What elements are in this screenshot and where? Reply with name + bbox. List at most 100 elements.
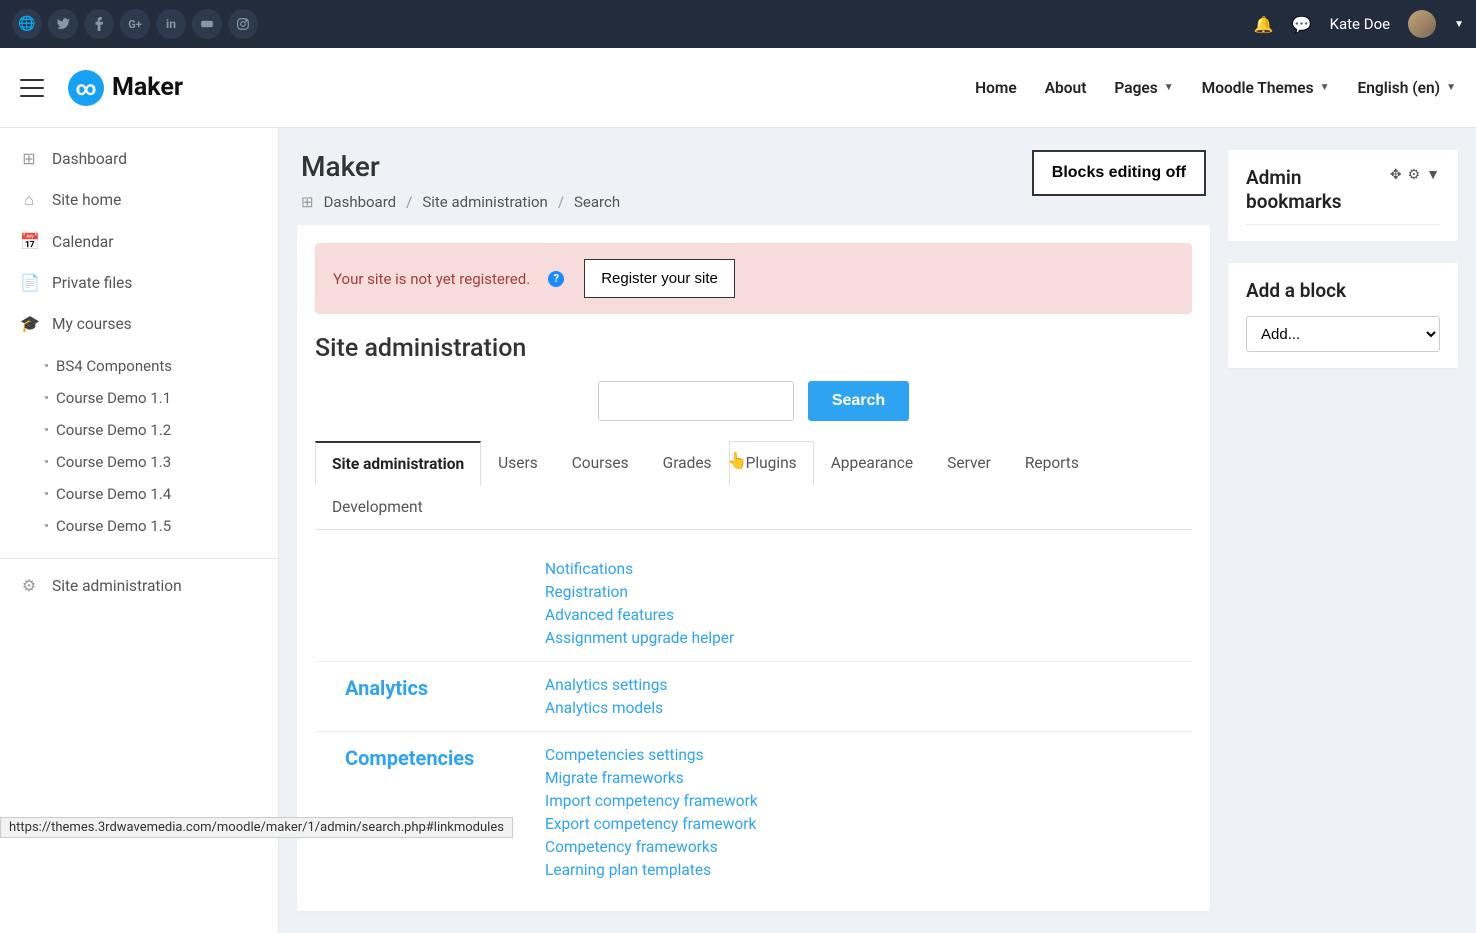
- block-title: Admin bookmarks: [1246, 166, 1390, 214]
- sidebar-course-item[interactable]: Course Demo 1.2: [0, 414, 278, 446]
- tab-server[interactable]: Server: [930, 441, 1008, 485]
- block-title: Add a block: [1246, 279, 1440, 303]
- tab-site-administration[interactable]: Site administration: [315, 441, 481, 486]
- brand-logo-icon: ∞: [68, 70, 104, 106]
- blocks-editing-button[interactable]: Blocks editing off: [1032, 150, 1206, 196]
- admin-link[interactable]: Export competency framework: [545, 815, 758, 833]
- chevron-down-icon: ▼: [1446, 82, 1456, 93]
- admin-link[interactable]: Assignment upgrade helper: [545, 629, 734, 647]
- admin-section-title[interactable]: Analytics: [345, 676, 545, 717]
- tab-appearance[interactable]: Appearance: [814, 441, 930, 485]
- admin-link[interactable]: Notifications: [545, 560, 734, 578]
- admin-link[interactable]: Analytics settings: [545, 676, 667, 694]
- admin-link[interactable]: Migrate frameworks: [545, 769, 758, 787]
- avatar[interactable]: [1408, 10, 1436, 38]
- brand-text: Maker: [112, 73, 183, 102]
- bell-icon[interactable]: 🔔: [1254, 15, 1274, 34]
- admin-section: AnalyticsAnalytics settings Analytics mod…: [315, 661, 1192, 731]
- globe-icon[interactable]: 🌐: [12, 9, 42, 39]
- search-button[interactable]: Search: [808, 381, 909, 421]
- navbar-item[interactable]: English (en)▼: [1358, 79, 1456, 97]
- sidebar-item[interactable]: 🎓 My courses: [0, 303, 278, 344]
- navbar-item[interactable]: Home: [975, 79, 1017, 97]
- gear-icon: ⚙: [20, 576, 38, 595]
- admin-section-title[interactable]: Competencies: [345, 746, 545, 879]
- breadcrumb-item[interactable]: Site administration: [422, 193, 547, 211]
- admin-link[interactable]: Competencies settings: [545, 746, 758, 764]
- admin-link[interactable]: Analytics models: [545, 699, 667, 717]
- admin-section: CompetenciesCompetencies settings Migrate…: [315, 731, 1192, 893]
- hamburger-icon[interactable]: [20, 79, 44, 97]
- file-icon: 📄: [20, 273, 38, 292]
- twitter-icon[interactable]: [48, 9, 78, 39]
- gplus-icon[interactable]: G+: [120, 9, 150, 39]
- sidebar-item-label: Site home: [52, 191, 121, 209]
- sidebar-item-label: Site administration: [52, 577, 182, 595]
- tab-development[interactable]: Development: [315, 485, 440, 529]
- dashboard-icon: ⊞: [301, 193, 314, 211]
- register-site-button[interactable]: Register your site: [584, 259, 735, 298]
- breadcrumb: ⊞ Dashboard / Site administration / Sear…: [301, 193, 620, 211]
- facebook-icon[interactable]: [84, 9, 114, 39]
- navbar-menu: Home About Pages▼ Moodle Themes▼ English (en…: [975, 79, 1456, 97]
- home-icon: ⌂: [20, 190, 38, 210]
- block-add-block: Add a block Add...: [1228, 263, 1458, 369]
- tab-reports[interactable]: Reports: [1008, 441, 1096, 485]
- admin-link[interactable]: Learning plan templates: [545, 861, 758, 879]
- gear-icon[interactable]: ⚙: [1408, 167, 1421, 183]
- admin-search-input[interactable]: [598, 381, 794, 421]
- sidebar-item-label: Dashboard: [52, 150, 127, 168]
- tab-users[interactable]: Users: [481, 441, 555, 485]
- chat-icon[interactable]: 💬: [1292, 15, 1312, 34]
- sidebar-item-site-admin[interactable]: ⚙ Site administration: [0, 565, 278, 606]
- tab-plugins[interactable]: Plugins: [729, 441, 814, 486]
- navbar: ∞ Maker Home About Pages▼ Moodle Themes▼ Eng…: [0, 48, 1476, 128]
- user-caret-icon[interactable]: ▼: [1454, 19, 1464, 30]
- admin-card: Your site is not yet registered. ? Regis…: [297, 225, 1210, 911]
- navbar-item[interactable]: About: [1045, 79, 1087, 97]
- sidebar-course-item[interactable]: Course Demo 1.1: [0, 382, 278, 414]
- sidebar-course-item[interactable]: Course Demo 1.4: [0, 478, 278, 510]
- alert-text: Your site is not yet registered.: [333, 270, 530, 288]
- chevron-down-icon: ▼: [1164, 82, 1174, 93]
- alert-warning: Your site is not yet registered. ? Regis…: [315, 243, 1192, 314]
- sidebar-item-label: My courses: [52, 315, 132, 333]
- admin-link[interactable]: Registration: [545, 583, 734, 601]
- sidebar-courses: BS4 ComponentsCourse Demo 1.1Course Demo…: [0, 344, 278, 552]
- topbar-user: 🔔 💬 Kate Doe ▼: [1254, 10, 1464, 38]
- help-icon[interactable]: ?: [548, 271, 564, 287]
- block-admin-bookmarks: Admin bookmarks ✥ ⚙ ▼: [1228, 150, 1458, 241]
- sidebar-item[interactable]: ⊞ Dashboard: [0, 138, 278, 179]
- tab-courses[interactable]: Courses: [555, 441, 646, 485]
- sidebar-course-item[interactable]: Course Demo 1.5: [0, 510, 278, 542]
- chevron-down-icon[interactable]: ▼: [1426, 166, 1440, 183]
- instagram-icon[interactable]: [228, 9, 258, 39]
- sidebar: ⊞ Dashboard ⌂ Site home 📅Calendar 📄 Private fi…: [0, 128, 279, 933]
- sidebar-item-label: Private files: [52, 274, 132, 292]
- add-block-select[interactable]: Add...: [1246, 316, 1440, 352]
- sidebar-item[interactable]: 📅Calendar: [0, 221, 278, 262]
- topbar: 🌐 G+ in 🔔 💬 Kate Doe ▼: [0, 0, 1476, 48]
- sidebar-item[interactable]: 📄 Private files: [0, 262, 278, 303]
- calendar-icon: 📅: [20, 232, 38, 251]
- sidebar-item[interactable]: ⌂ Site home: [0, 179, 278, 221]
- youtube-icon[interactable]: [192, 9, 222, 39]
- navbar-item[interactable]: Pages▼: [1114, 79, 1173, 97]
- sidebar-course-item[interactable]: BS4 Components: [0, 350, 278, 382]
- admin-link[interactable]: Import competency framework: [545, 792, 758, 810]
- sidebar-course-item[interactable]: Course Demo 1.3: [0, 446, 278, 478]
- move-icon[interactable]: ✥: [1390, 167, 1402, 183]
- user-name[interactable]: Kate Doe: [1330, 15, 1391, 33]
- admin-link[interactable]: Advanced features: [545, 606, 734, 624]
- page-title: Maker: [301, 150, 620, 183]
- social-icons: 🌐 G+ in: [12, 9, 258, 39]
- breadcrumb-item[interactable]: Dashboard: [324, 193, 397, 211]
- grad-icon: 🎓: [20, 314, 38, 333]
- linkedin-icon[interactable]: in: [156, 9, 186, 39]
- brand[interactable]: ∞ Maker: [68, 70, 183, 106]
- dashboard-icon: ⊞: [20, 149, 38, 168]
- chevron-down-icon: ▼: [1320, 82, 1330, 93]
- tab-grades[interactable]: Grades: [646, 441, 729, 485]
- admin-link[interactable]: Competency frameworks: [545, 838, 758, 856]
- navbar-item[interactable]: Moodle Themes▼: [1202, 79, 1330, 97]
